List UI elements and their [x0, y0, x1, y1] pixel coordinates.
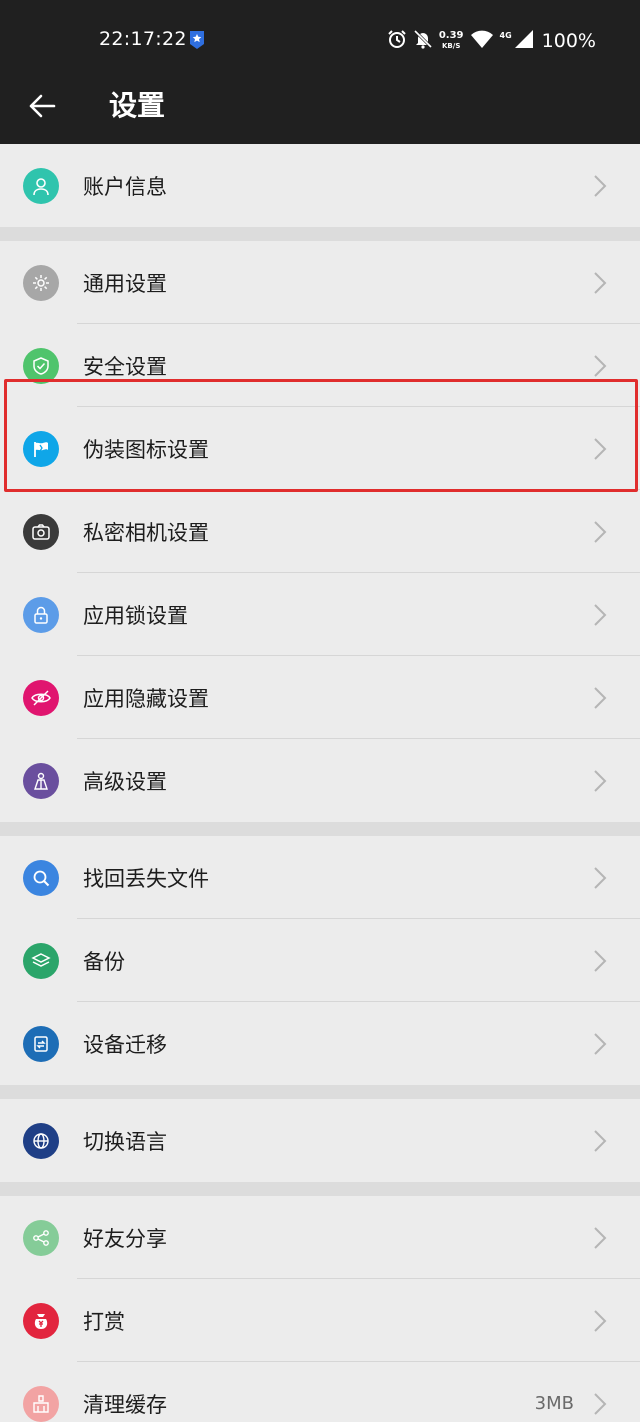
settings-item-general[interactable]: 通用设置 [0, 241, 640, 324]
lock-icon [23, 596, 59, 633]
chevron-right-icon [594, 1130, 607, 1152]
group-separator [0, 1182, 640, 1196]
group-separator [0, 1085, 640, 1099]
chevron-right-icon [594, 175, 607, 197]
settings-group-language: 切换语言 [0, 1099, 640, 1182]
network-type: 4G [499, 30, 512, 40]
settings-item-label: 高级设置 [83, 769, 167, 794]
settings-item-label: 安全设置 [83, 354, 167, 379]
clean-icon [23, 1385, 59, 1422]
settings-item-reward[interactable]: 打赏 [0, 1279, 640, 1362]
settings-group-account: 账户信息 [0, 144, 640, 227]
globe-icon [23, 1122, 59, 1159]
reward-icon [23, 1302, 59, 1339]
back-button[interactable] [22, 86, 62, 126]
chevron-right-icon [594, 272, 607, 294]
chevron-right-icon [594, 355, 607, 377]
chevron-right-icon [594, 1033, 607, 1055]
settings-item-label: 伪装图标设置 [83, 437, 209, 462]
settings-item-app-hide[interactable]: 应用隐藏设置 [0, 656, 640, 739]
chevron-right-icon [594, 438, 607, 460]
settings-item-app-lock[interactable]: 应用锁设置 [0, 573, 640, 656]
settings-item-private-camera[interactable]: 私密相机设置 [0, 490, 640, 573]
settings-list: 账户信息 通用设置 安全设置 伪装图标设置 私密相机设置 应用锁设置 应用隐藏设… [0, 144, 640, 1422]
battery-level: 100% [541, 30, 596, 52]
gear-icon [23, 264, 59, 301]
settings-item-disguise-icon[interactable]: 伪装图标设置 [0, 407, 640, 490]
settings-group-general: 通用设置 安全设置 伪装图标设置 私密相机设置 应用锁设置 应用隐藏设置 高级设… [0, 241, 640, 822]
settings-item-label: 应用锁设置 [83, 603, 188, 628]
group-separator [0, 822, 640, 836]
settings-item-label: 找回丢失文件 [83, 866, 209, 891]
network-speed-value: 0.39 [438, 30, 464, 41]
settings-item-clear-cache[interactable]: 清理缓存 3MB [0, 1362, 640, 1422]
settings-item-label: 私密相机设置 [83, 520, 209, 545]
settings-item-label: 好友分享 [83, 1226, 167, 1251]
user-icon [23, 167, 59, 204]
group-separator [0, 227, 640, 241]
search-icon [23, 859, 59, 896]
chevron-right-icon [594, 867, 607, 889]
settings-item-label: 应用隐藏设置 [83, 686, 209, 711]
chevron-right-icon [594, 950, 607, 972]
settings-item-label: 设备迁移 [83, 1032, 167, 1057]
settings-item-label: 通用设置 [83, 271, 167, 296]
signal-icon [514, 29, 534, 53]
settings-item-account[interactable]: 账户信息 [0, 144, 640, 227]
settings-item-label: 账户信息 [83, 174, 167, 199]
chevron-right-icon [594, 1310, 607, 1332]
wifi-icon [470, 29, 494, 53]
settings-item-backup[interactable]: 备份 [0, 919, 640, 1002]
chevron-right-icon [594, 770, 607, 792]
shield-icon [23, 347, 59, 384]
notification-star-icon [188, 30, 206, 50]
advanced-icon [23, 762, 59, 799]
network-speed-unit: KB/S [442, 42, 461, 50]
settings-item-recover-files[interactable]: 找回丢失文件 [0, 836, 640, 919]
network-speed: 0.39 KB/S [439, 31, 464, 51]
status-icons: 0.39 KB/S 4G 100% [387, 28, 596, 54]
cache-size: 3MB [534, 1393, 574, 1414]
chevron-right-icon [594, 687, 607, 709]
settings-item-language[interactable]: 切换语言 [0, 1099, 640, 1182]
settings-item-label: 切换语言 [83, 1129, 167, 1154]
status-time: 22:17:22 [99, 28, 187, 50]
app-bar: 设置 [0, 80, 640, 144]
settings-group-files: 找回丢失文件 备份 设备迁移 [0, 836, 640, 1085]
chevron-right-icon [594, 521, 607, 543]
share-icon [23, 1219, 59, 1256]
settings-item-security[interactable]: 安全设置 [0, 324, 640, 407]
settings-item-label: 打赏 [83, 1309, 125, 1334]
settings-item-label: 备份 [83, 949, 125, 974]
settings-item-device-migration[interactable]: 设备迁移 [0, 1002, 640, 1085]
settings-group-misc: 好友分享 打赏 清理缓存 3MB [0, 1196, 640, 1422]
camera-icon [23, 513, 59, 550]
page-title: 设置 [109, 89, 166, 122]
settings-item-share[interactable]: 好友分享 [0, 1196, 640, 1279]
migrate-icon [23, 1025, 59, 1062]
arrow-left-icon [29, 94, 56, 118]
settings-item-label: 清理缓存 [83, 1392, 167, 1417]
status-bar: 22:17:22 0.39 KB/S 4G 100% [0, 0, 640, 80]
mute-notification-icon [413, 29, 433, 53]
chevron-right-icon [594, 1393, 607, 1415]
eye-off-icon [23, 679, 59, 716]
chevron-right-icon [594, 604, 607, 626]
flag-icon [23, 430, 59, 467]
chevron-right-icon [594, 1227, 607, 1249]
alarm-icon [387, 29, 407, 53]
settings-item-advanced[interactable]: 高级设置 [0, 739, 640, 822]
backup-icon [23, 942, 59, 979]
